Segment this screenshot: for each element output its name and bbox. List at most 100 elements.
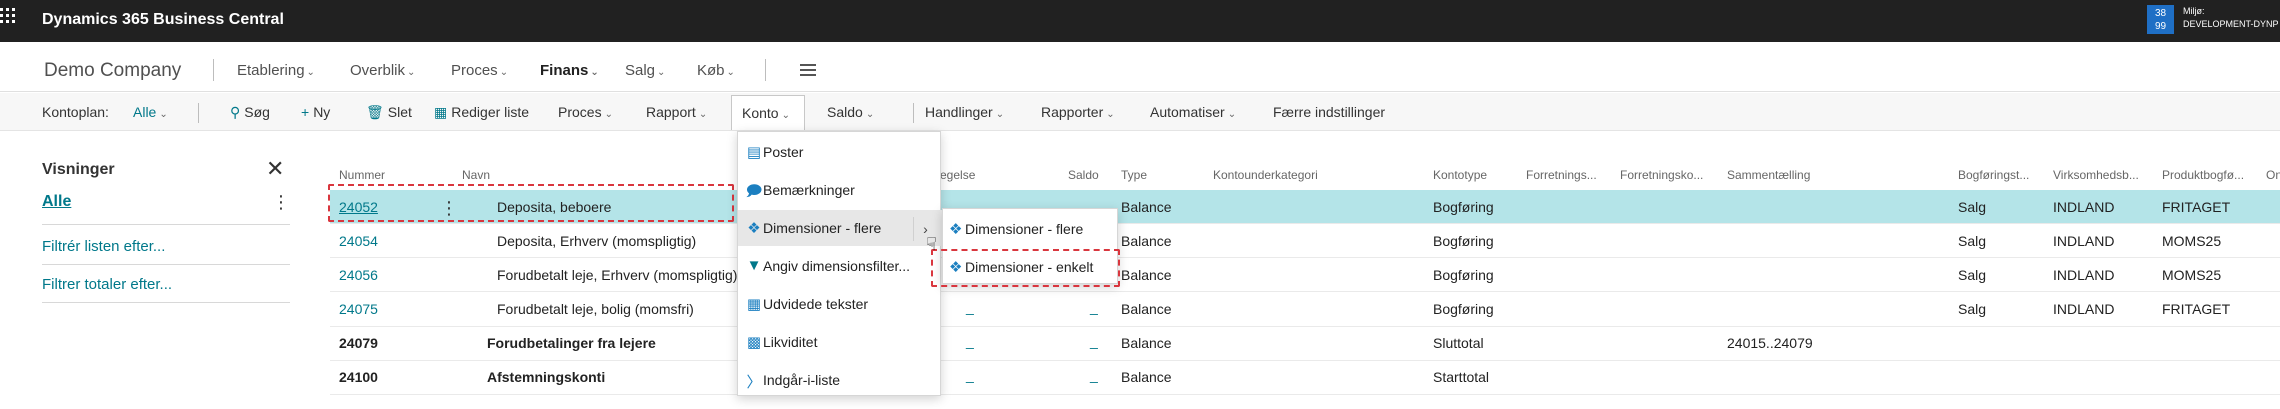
row-name: Forudbetalinger fra lejere [487, 335, 656, 351]
col-header-partial[interactable]: egelse [940, 168, 975, 182]
row-blank-value[interactable]: _ [966, 367, 974, 383]
nav-etablering[interactable]: Etablering ⌄ [237, 62, 315, 79]
action-divider [198, 103, 199, 123]
search-button[interactable]: ⚲ Søg [230, 104, 270, 121]
col-header-business1[interactable]: Forretnings... [1526, 168, 1597, 182]
report-menu[interactable]: Rapport ⌄ [646, 104, 707, 120]
pane-divider [42, 264, 290, 265]
row-number[interactable]: 24056 [339, 267, 378, 283]
menu-item-label: Udvidede tekster [763, 296, 869, 312]
menu-item-dimension-filter[interactable]: ▼ Angiv dimensionsfilter... [738, 248, 942, 284]
fewer-options-button[interactable]: Færre indstillinger [1273, 104, 1385, 120]
col-header-number[interactable]: Nummer [339, 168, 385, 182]
new-button[interactable]: + Ny [301, 104, 330, 120]
nav-overblik-label: Overblik [350, 62, 406, 79]
liquidity-icon: ▩ [746, 334, 762, 351]
row-kontotype: Bogføring [1433, 199, 1494, 215]
row-posting: Salg [1958, 267, 1987, 283]
saldo-label: Saldo [827, 104, 863, 120]
row-type: Balance [1121, 267, 1172, 283]
col-header-subcategory[interactable]: Kontounderkategori [1213, 168, 1318, 182]
menu-item-poster[interactable]: ▤ Poster [738, 134, 942, 170]
row-number[interactable]: 24079 [339, 335, 378, 351]
filter-totals-link[interactable]: Filtrer totaler efter... [42, 276, 172, 293]
company-nav: Demo Company Etablering ⌄ Overblik ⌄ Proce… [0, 42, 2280, 92]
environment-badge[interactable]: 38 99 [2147, 5, 2174, 34]
konto-menu-button[interactable]: Konto ⌄ [731, 95, 805, 130]
row-type: Balance [1121, 335, 1172, 351]
plus-icon: + [301, 104, 310, 120]
menu-item-indgaar-i-liste[interactable]: 〉 Indgår-i-liste [738, 362, 942, 398]
automatiser-label: Automatiser [1150, 104, 1225, 120]
chevron-down-icon: ⌄ [865, 109, 875, 120]
more-menu-icon[interactable] [800, 64, 816, 76]
chevron-down-icon: ⌄ [657, 67, 666, 78]
row-business-group: INDLAND [2053, 233, 2115, 249]
env-badge-top: 38 [2154, 8, 2167, 19]
row-name: Forudbetalt leje, Erhverv (momspligtig) [497, 267, 738, 283]
filter-list-link[interactable]: Filtrér listen efter... [42, 238, 165, 255]
col-header-business2[interactable]: Forretningsko... [1620, 168, 1703, 182]
row-blank-value[interactable]: _ [966, 299, 974, 315]
company-name[interactable]: Demo Company [44, 60, 181, 82]
submenu-item-dimensioner-flere[interactable]: ❖ Dimensioner - flere [943, 211, 1119, 247]
highlight-selected-row [328, 184, 734, 222]
edit-list-button[interactable]: ▦ Rediger liste [434, 104, 529, 121]
saldo-menu[interactable]: Saldo ⌄ [827, 104, 874, 120]
menu-item-likviditet[interactable]: ▩ Likviditet [738, 324, 942, 360]
close-icon[interactable]: ✕ [266, 158, 284, 180]
col-header-business-group[interactable]: Virksomhedsb... [2053, 168, 2139, 182]
chevron-down-icon: ⌄ [698, 109, 708, 120]
nav-salg[interactable]: Salg ⌄ [625, 62, 665, 79]
nav-finans-label: Finans [540, 62, 589, 79]
app-launcher-icon[interactable] [0, 8, 18, 30]
process-menu[interactable]: Proces ⌄ [558, 104, 613, 120]
col-header-type[interactable]: Type [1121, 168, 1147, 182]
col-header-totaling[interactable]: Sammentælling [1727, 168, 1810, 182]
row-saldo-blank[interactable]: _ [1090, 299, 1098, 315]
row-blank-value[interactable]: _ [966, 333, 974, 349]
rapporter-label: Rapporter [1041, 104, 1104, 120]
nav-salg-label: Salg [625, 62, 656, 79]
col-header-saldo[interactable]: Saldo [1068, 168, 1099, 182]
col-header-product-group[interactable]: Produktbogfø... [2162, 168, 2244, 182]
menu-item-udvidede-tekster[interactable]: ▦ Udvidede tekster [738, 286, 942, 322]
nav-finans[interactable]: Finans ⌄ [540, 62, 599, 79]
chevron-down-icon: ⌄ [407, 67, 416, 78]
nav-koeb[interactable]: Køb ⌄ [697, 62, 735, 79]
row-business-group: INDLAND [2053, 301, 2115, 317]
row-divider [330, 257, 2280, 258]
handlinger-menu[interactable]: Handlinger ⌄ [925, 104, 1004, 120]
row-type: Balance [1121, 369, 1172, 385]
menu-item-bemaerkninger[interactable]: 🗩 Bemærkninger [738, 172, 942, 208]
view-all-link[interactable]: Alle [42, 193, 71, 211]
delete-button[interactable]: 🗑 Slet [366, 104, 412, 121]
row-business-group: INDLAND [2053, 199, 2115, 215]
row-totaling: 24015..24079 [1727, 335, 1813, 351]
top-bar: Dynamics 365 Business Central 38 99 Milj… [0, 0, 2280, 42]
process-label: Proces [558, 104, 602, 120]
col-header-name[interactable]: Navn [462, 168, 490, 182]
menu-item-dimensioner-flere[interactable]: ❖ Dimensioner - flere › [738, 210, 942, 246]
nav-overblik[interactable]: Overblik ⌄ [350, 62, 415, 79]
view-options-icon[interactable]: ⋮ [272, 192, 290, 213]
row-number[interactable]: 24100 [339, 369, 378, 385]
col-header-kontotype[interactable]: Kontotype [1433, 168, 1487, 182]
rapporter-menu[interactable]: Rapporter ⌄ [1041, 104, 1115, 120]
row-number[interactable]: 24054 [339, 233, 378, 249]
nav-proces[interactable]: Proces ⌄ [451, 62, 508, 79]
konto-menu[interactable]: Konto ⌄ [742, 105, 790, 121]
row-number[interactable]: 24075 [339, 301, 378, 317]
kontoplan-filter[interactable]: Alle ⌄ [133, 104, 168, 120]
row-saldo-blank[interactable]: _ [1090, 333, 1098, 349]
filter-icon: ▼ [746, 257, 762, 274]
row-saldo-blank[interactable]: _ [1090, 367, 1098, 383]
col-header-posting[interactable]: Bogføringst... [1958, 168, 2029, 182]
report-label: Rapport [646, 104, 696, 120]
menu-item-label: Bemærkninger [763, 182, 855, 198]
col-header-more[interactable]: On [2266, 168, 2280, 182]
ledger-entries-icon: ▤ [746, 144, 762, 161]
automatiser-menu[interactable]: Automatiser ⌄ [1150, 104, 1236, 120]
edit-list-icon: ▦ [434, 104, 448, 120]
row-kontotype: Sluttotal [1433, 335, 1484, 351]
